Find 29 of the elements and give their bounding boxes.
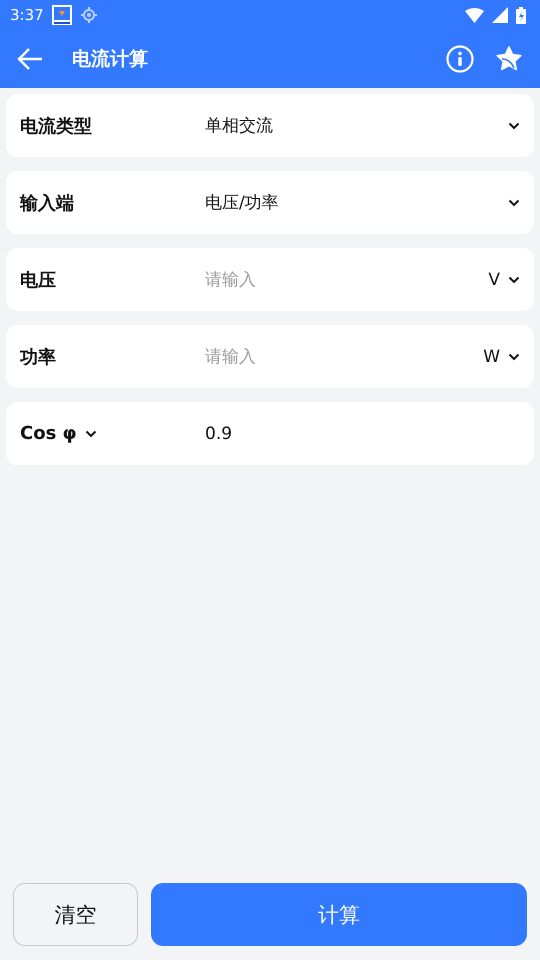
- input-field[interactable]: 0.9: [205, 424, 520, 444]
- calculate-button[interactable]: 计算: [151, 883, 527, 946]
- dropdown-button[interactable]: [508, 122, 520, 130]
- select-field[interactable]: 电压/功率: [205, 191, 508, 214]
- wifi-icon: [465, 8, 484, 22]
- app-notification-icon: [52, 5, 72, 25]
- page-title: 电流计算: [72, 47, 149, 72]
- favorite-button[interactable]: [496, 46, 522, 72]
- chevron-down-icon: [508, 276, 520, 284]
- field-label: 电流类型: [20, 114, 92, 138]
- info-button[interactable]: [446, 45, 474, 73]
- battery-icon: [516, 6, 526, 24]
- chevron-down-icon: [508, 198, 520, 206]
- location-icon: [80, 6, 98, 24]
- signal-icon: [492, 7, 508, 23]
- field-label: 电压: [20, 268, 56, 292]
- chevron-down-icon: [508, 352, 520, 360]
- back-button[interactable]: [16, 47, 44, 71]
- select-field[interactable]: 单相交流: [205, 114, 508, 137]
- dropdown-button[interactable]: [508, 198, 520, 206]
- status-time: 3:37: [10, 6, 44, 24]
- field-label: 功率: [20, 346, 56, 368]
- factor-dropdown[interactable]: Cos φ: [20, 423, 97, 444]
- unit-dropdown[interactable]: V: [488, 270, 520, 290]
- clear-button[interactable]: 清空: [13, 883, 138, 946]
- chevron-down-icon: [508, 122, 520, 130]
- field-label: 输入端: [20, 192, 74, 214]
- unit-dropdown[interactable]: W: [483, 346, 520, 366]
- chevron-down-icon: [84, 430, 97, 438]
